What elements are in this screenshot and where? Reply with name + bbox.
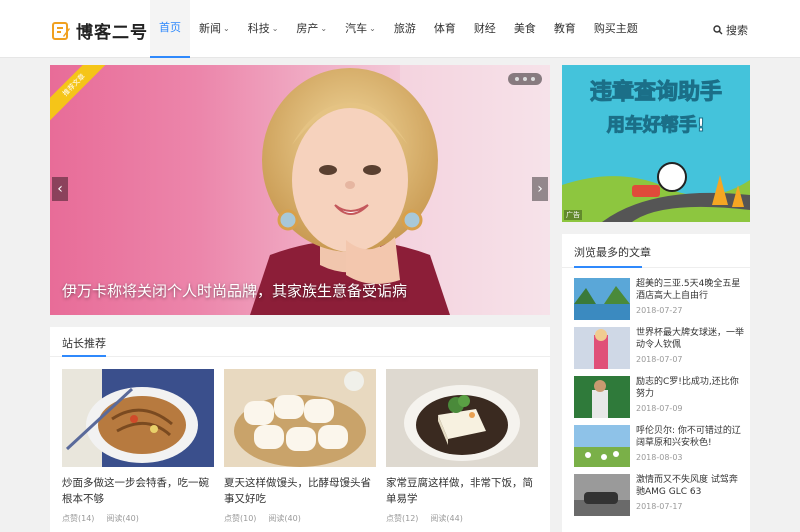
section-header: 浏览最多的文章 bbox=[562, 234, 750, 268]
list-item[interactable]: 励志的C罗!比成功,还比你努力 2018-07-09 bbox=[574, 376, 744, 418]
chevron-left-icon[interactable]: ‹ bbox=[52, 177, 68, 201]
article-thumbnail bbox=[386, 369, 538, 467]
nav-label: 购买主题 bbox=[593, 22, 638, 35]
nav-item-home[interactable]: 首页 bbox=[150, 0, 190, 58]
article-title[interactable]: 世界杯最大牌女球迷，一举动令人钦佩 bbox=[636, 327, 744, 351]
chevron-down-icon: ⌄ bbox=[223, 24, 230, 33]
ad-label: 广告 bbox=[564, 210, 582, 220]
nav-item-news[interactable]: 新闻 ⌄ bbox=[190, 0, 239, 58]
nav-item-sports[interactable]: 体育 bbox=[425, 0, 465, 58]
list-item[interactable]: 世界杯最大牌女球迷，一举动令人钦佩 2018-07-07 bbox=[574, 327, 744, 369]
chevron-down-icon: ⌄ bbox=[369, 24, 376, 33]
article-thumbnail bbox=[224, 369, 376, 467]
nav-item-finance[interactable]: 财经 bbox=[465, 0, 505, 58]
article-date: 2018-07-09 bbox=[636, 404, 683, 413]
nav-item-tech[interactable]: 科技 ⌄ bbox=[239, 0, 288, 58]
nav-label: 旅游 bbox=[393, 22, 416, 35]
article-title[interactable]: 呼伦贝尔: 你不可错过的辽阔草原和兴安秋色! bbox=[636, 425, 744, 449]
article-date: 2018-08-03 bbox=[636, 453, 683, 462]
search-label: 搜索 bbox=[726, 24, 748, 37]
nav-item-buy-theme[interactable]: 购买主题 bbox=[585, 0, 647, 58]
article-thumbnail bbox=[574, 425, 630, 467]
site-header: 博客二号 首页 新闻 ⌄ 科技 ⌄ 房产 ⌄ 汽车 ⌄ 旅游 体育 财经 美食 教育 购… bbox=[0, 0, 800, 58]
slider-caption[interactable]: 伊万卡称将关闭个人时尚品牌，其家族生意备受诟病 bbox=[62, 280, 407, 301]
like-count[interactable]: 点赞(10) bbox=[224, 513, 256, 524]
nav-label: 房产 bbox=[296, 22, 319, 35]
featured-photo bbox=[250, 65, 550, 315]
section-title: 浏览最多的文章 bbox=[574, 246, 651, 259]
read-count: 阅读(40) bbox=[268, 514, 301, 523]
article-title[interactable]: 超美的三亚.5天4晚全五星酒店高大上自由行 bbox=[636, 278, 744, 302]
article-title[interactable]: 夏天这样做馒头，比酵母馒头省事又好吃 bbox=[224, 475, 376, 507]
article-date: 2018-07-07 bbox=[636, 355, 683, 364]
article-title[interactable]: 励志的C罗!比成功,还比你努力 bbox=[636, 376, 744, 400]
nav-label: 财经 bbox=[473, 22, 496, 35]
chevron-down-icon: ⌄ bbox=[271, 24, 279, 33]
featured-slider[interactable]: 推荐文章 ‹ › 伊万卡称将关闭个人时尚品牌，其家族生意备受诟病 bbox=[50, 65, 550, 315]
article-thumbnail bbox=[574, 474, 630, 516]
article-thumbnail bbox=[574, 376, 630, 418]
list-item[interactable]: 超美的三亚.5天4晚全五星酒店高大上自由行 2018-07-27 bbox=[574, 278, 744, 320]
article-thumbnail bbox=[574, 278, 630, 320]
nav-item-auto[interactable]: 汽车 ⌄ bbox=[336, 0, 385, 58]
recommend-section: 站长推荐 炒面多做这一步会特香，吃一碗根本不够 点赞(14) 阅读(40) 夏天… bbox=[50, 327, 550, 532]
read-count: 阅读(44) bbox=[430, 514, 463, 523]
nav-label: 体育 bbox=[433, 22, 456, 35]
article-thumbnail bbox=[574, 327, 630, 369]
nav-item-travel[interactable]: 旅游 bbox=[385, 0, 425, 58]
ad-headline-2: 用车好帮手! bbox=[607, 114, 705, 136]
nav-label: 教育 bbox=[553, 22, 576, 35]
article-card[interactable]: 家常豆腐这样做，非常下饭，简单易学 点赞(12) 阅读(44) bbox=[386, 369, 538, 524]
section-header: 站长推荐 bbox=[50, 327, 550, 357]
nav-item-house[interactable]: 房产 ⌄ bbox=[287, 0, 336, 58]
read-count: 阅读(40) bbox=[106, 514, 139, 523]
article-thumbnail bbox=[62, 369, 214, 467]
logo-icon bbox=[52, 21, 70, 40]
list-item[interactable]: 呼伦贝尔: 你不可错过的辽阔草原和兴安秋色! 2018-08-03 bbox=[574, 425, 744, 467]
site-name: 博客二号 bbox=[76, 23, 148, 43]
article-title[interactable]: 家常豆腐这样做，非常下饭，简单易学 bbox=[386, 475, 538, 507]
search-button[interactable]: 搜索 bbox=[713, 22, 748, 38]
article-title[interactable]: 炒面多做这一步会特香，吃一碗根本不够 bbox=[62, 475, 214, 507]
ad-artwork: 违章查询助手 用车好帮手! bbox=[562, 65, 750, 222]
nav-label: 首页 bbox=[159, 21, 181, 34]
nav-label: 科技 bbox=[247, 22, 270, 35]
like-count[interactable]: 点赞(12) bbox=[386, 513, 418, 524]
article-card[interactable]: 夏天这样做馒头，比酵母馒头省事又好吃 点赞(10) 阅读(40) bbox=[224, 369, 376, 524]
article-card[interactable]: 炒面多做这一步会特香，吃一碗根本不够 点赞(14) 阅读(40) bbox=[62, 369, 214, 524]
ad-headline-1: 违章查询助手 bbox=[590, 79, 722, 105]
nav-item-food[interactable]: 美食 bbox=[505, 0, 545, 58]
ad-banner[interactable]: 违章查询助手 用车好帮手! 广告 bbox=[562, 65, 750, 222]
site-logo[interactable]: 博客二号 bbox=[52, 18, 148, 43]
slider-pagination[interactable] bbox=[508, 73, 542, 85]
article-date: 2018-07-17 bbox=[636, 502, 683, 511]
article-title[interactable]: 激情而又不失风度 试驾奔驰AMG GLC 63 bbox=[636, 474, 744, 498]
nav-item-education[interactable]: 教育 bbox=[545, 0, 585, 58]
chevron-down-icon: ⌄ bbox=[320, 24, 328, 33]
article-date: 2018-07-27 bbox=[636, 306, 683, 315]
list-item[interactable]: 激情而又不失风度 试驾奔驰AMG GLC 63 2018-07-17 bbox=[574, 474, 744, 516]
chevron-right-icon[interactable]: › bbox=[532, 177, 548, 201]
section-title: 站长推荐 bbox=[62, 337, 106, 350]
nav-label: 美食 bbox=[513, 22, 536, 35]
popular-articles: 浏览最多的文章 超美的三亚.5天4晚全五星酒店高大上自由行 2018-07-27… bbox=[562, 234, 750, 532]
nav-label: 新闻 bbox=[199, 22, 221, 35]
main-nav: 首页 新闻 ⌄ 科技 ⌄ 房产 ⌄ 汽车 ⌄ 旅游 体育 财经 美食 教育 购买主题 bbox=[150, 0, 647, 58]
search-icon bbox=[713, 25, 723, 35]
like-count[interactable]: 点赞(14) bbox=[62, 513, 94, 524]
nav-label: 汽车 bbox=[345, 22, 368, 35]
